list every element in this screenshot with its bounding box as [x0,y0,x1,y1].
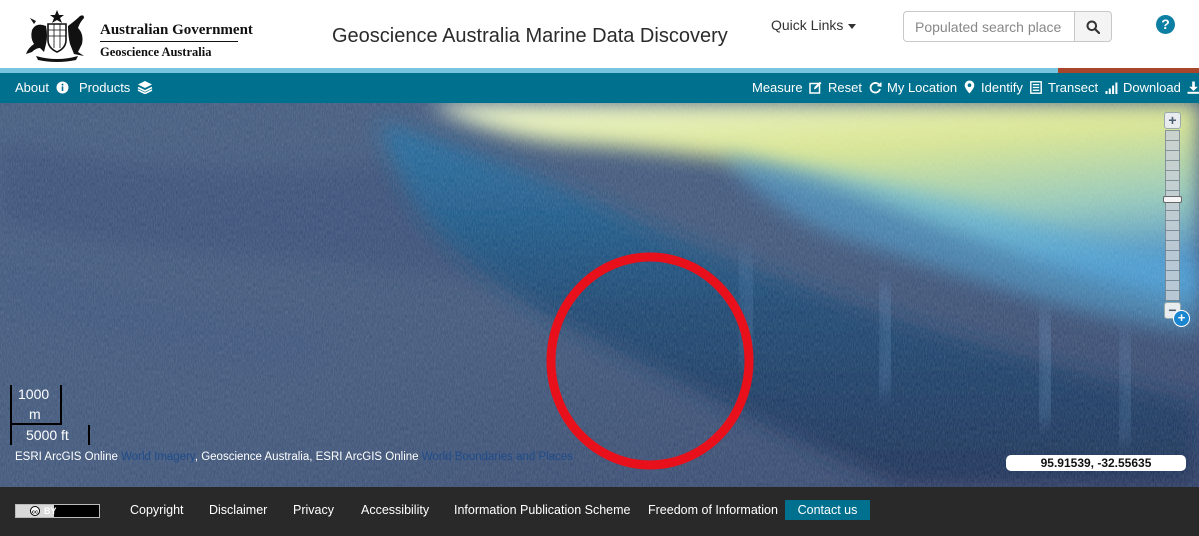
government-logo[interactable]: Australian Government Geoscience Austral… [22,8,253,62]
nav-about[interactable]: About [15,73,69,103]
nav-identify[interactable]: Identify [981,73,1042,103]
coordinate-readout: 95.91539, -32.55635 [1006,455,1186,471]
page-title: Geoscience Australia Marine Data Discove… [332,25,728,47]
government-name: Australian Government [100,22,253,38]
nav-measure-label: Measure [752,80,803,95]
map-attribution: ESRI ArcGIS Online World Imagery, Geosci… [15,451,573,463]
nav-my-location-label: My Location [887,80,958,95]
contact-us-button[interactable]: Contact us [785,500,870,520]
attribution-text-2: , Geoscience Australia, ESRI ArcGIS Onli… [194,451,422,463]
nav-reset-label: Reset [828,80,862,95]
nav-transect[interactable]: Transect [1048,73,1118,103]
cc-by-label: BY [44,506,57,516]
info-icon [56,81,69,94]
coat-of-arms-icon [26,10,84,62]
zoom-in-button[interactable]: + [1164,112,1181,129]
list-icon [1029,81,1042,94]
site-header: Australian Government Geoscience Austral… [0,0,1199,68]
logo-divider [100,41,238,42]
site-footer: cc BY Copyright Disclaimer Privacy Acces… [0,487,1199,536]
footer-link-information-publication-scheme[interactable]: Information Publication Scheme [454,503,630,517]
help-icon[interactable]: ? [1156,15,1175,34]
download-icon [1187,81,1199,94]
agency-name: Geoscience Australia [100,45,212,59]
footer-link-disclaimer[interactable]: Disclaimer [209,503,267,517]
nav-measure[interactable]: Measure [752,73,822,103]
attribution-text-1: ESRI ArcGIS Online [15,451,122,463]
zoom-slider[interactable]: + − [1163,112,1182,319]
layers-icon [137,81,153,95]
nav-download-label: Download [1123,80,1181,95]
nav-products[interactable]: Products [79,73,153,103]
quick-links-dropdown[interactable]: Quick Links [771,17,857,33]
edit-icon [809,81,822,94]
nav-download[interactable]: Download [1123,73,1199,103]
toolbar: About Products Measure Reset My Location [0,73,1199,103]
scale-metric-value: 1000 [18,386,50,402]
zoom-handle[interactable] [1163,196,1182,203]
creative-commons-badge[interactable]: cc BY [15,504,100,518]
bathymetry-imagery [0,103,1199,487]
signal-bars-icon [1105,82,1118,94]
scale-imperial-label: 5000 ft [26,427,69,443]
nav-reset[interactable]: Reset [828,73,882,103]
nav-products-label: Products [79,80,131,95]
footer-link-privacy[interactable]: Privacy [293,503,334,517]
scale-bar: 1000 m 5000 ft [10,385,90,447]
cc-icon: cc [30,506,40,516]
caret-down-icon [848,23,857,29]
attribution-link-world-boundaries[interactable]: World Boundaries and Places [422,451,573,463]
attribution-link-world-imagery[interactable]: World Imagery [121,451,195,463]
nav-identify-label: Identify [981,80,1023,95]
scale-metric-unit: m [29,406,41,422]
footer-link-accessibility[interactable]: Accessibility [361,503,429,517]
search-icon [1086,20,1100,34]
search-button[interactable] [1074,11,1112,42]
map-marker-icon [964,80,975,94]
place-search-input[interactable] [903,11,1075,42]
refresh-icon [869,82,882,94]
nav-transect-label: Transect [1048,80,1099,95]
svg-text:cc: cc [32,509,38,515]
nav-about-label: About [15,80,49,95]
quick-links-label: Quick Links [771,17,844,33]
map-viewport[interactable]: + − + 1000 m 5000 ft ESRI ArcGIS Online … [0,103,1199,487]
nav-my-location[interactable]: My Location [887,73,975,103]
plus-circle-icon[interactable]: + [1173,310,1190,327]
footer-link-copyright[interactable]: Copyright [130,503,184,517]
zoom-track[interactable] [1165,130,1180,301]
footer-link-freedom-of-information[interactable]: Freedom of Information [648,503,778,517]
